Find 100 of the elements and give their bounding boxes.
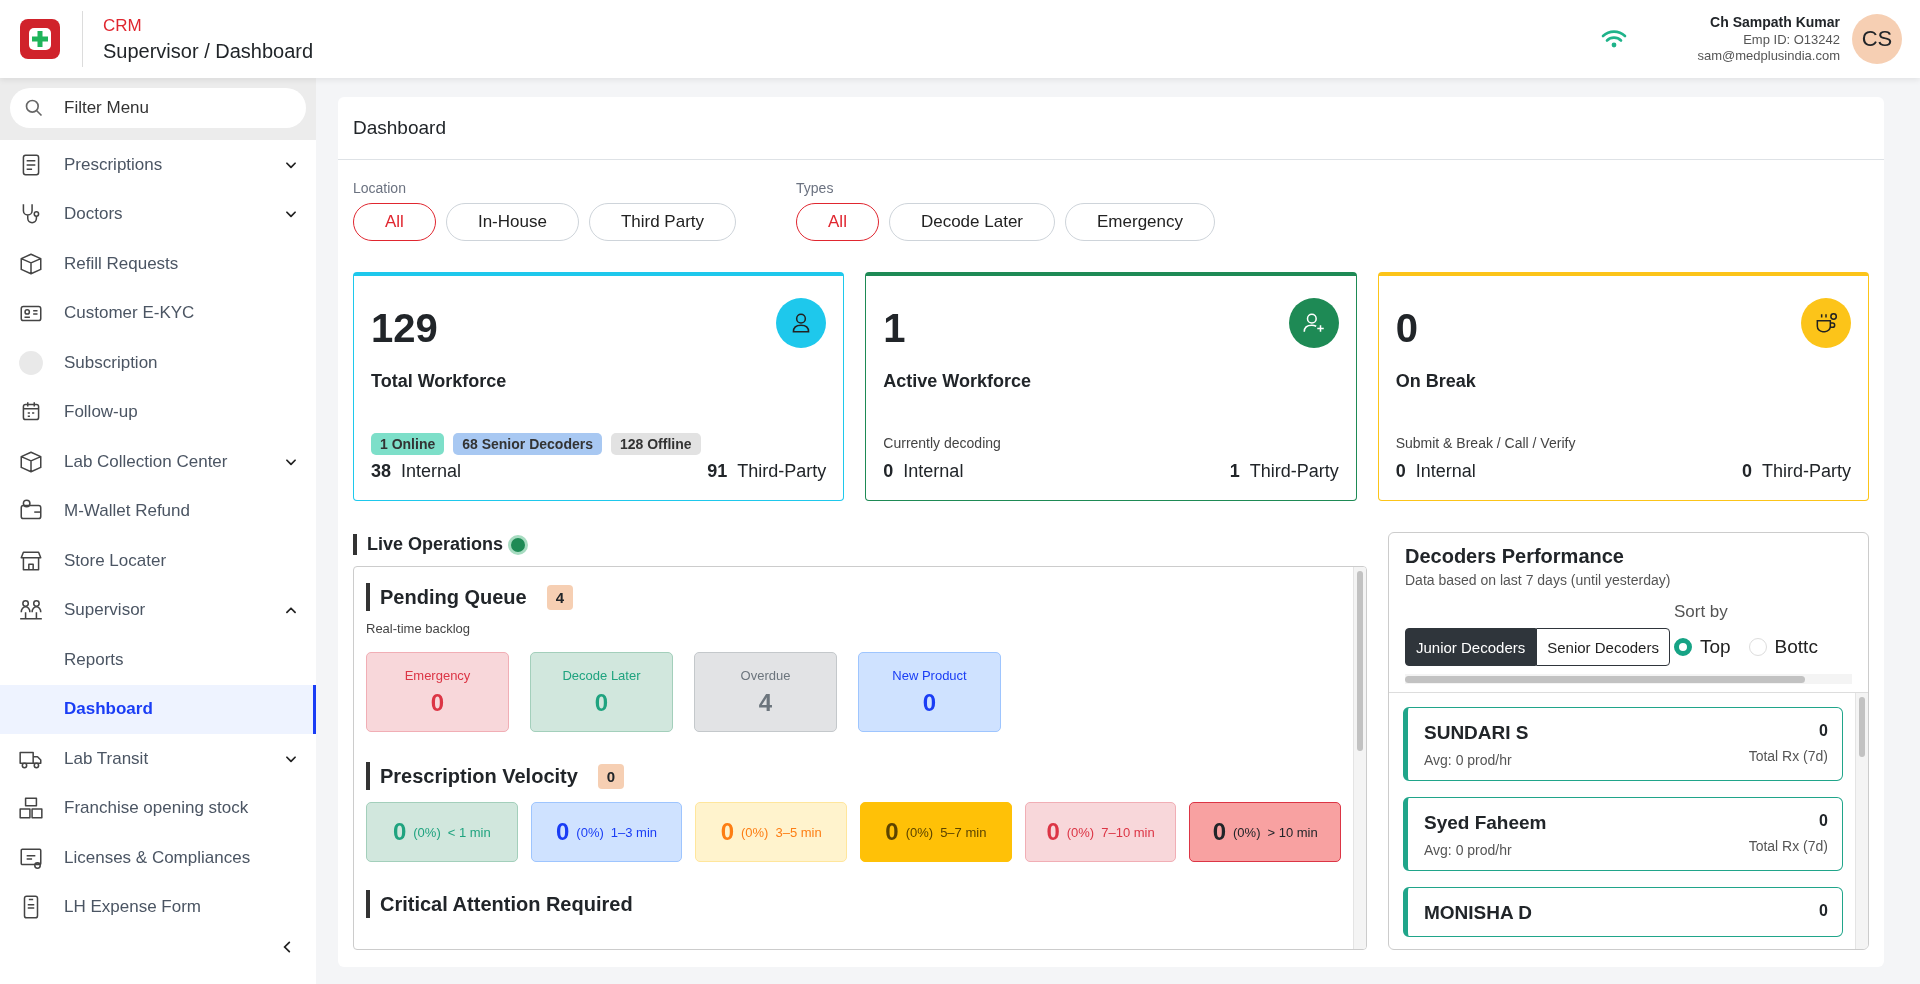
stat-note: Submit & Break / Call / Verify	[1395, 435, 1577, 451]
third-party-label: Third-Party	[1249, 461, 1339, 481]
radio-label: Top	[1699, 636, 1731, 658]
sidebar-item[interactable]: Lab Transit	[0, 734, 316, 784]
tile-value: 0	[392, 818, 407, 846]
tile-value: 0	[885, 818, 899, 846]
stat-value: 1	[883, 306, 907, 351]
filter-pill[interactable]: Emergency	[1065, 203, 1215, 241]
tile-label: Overdue	[740, 667, 791, 683]
radio-label: Bottc	[1774, 636, 1818, 658]
sidebar-item[interactable]: Franchise opening stock	[0, 783, 316, 833]
tile-value: 0	[555, 818, 570, 846]
tile-value: 0	[922, 688, 937, 717]
count-badge: 4	[546, 584, 574, 610]
tile-range: 7–10 min	[1101, 824, 1155, 840]
sidebar-item[interactable]: Store Locater	[0, 536, 316, 586]
filter-menu-field[interactable]: Filter Menu	[10, 88, 306, 128]
sidebar-item[interactable]: Doctors	[0, 189, 316, 239]
decoder-tab[interactable]: Senior Decoders	[1536, 628, 1670, 666]
tile-percent: (0%)	[1066, 824, 1095, 840]
filter-pill[interactable]: In-House	[445, 203, 579, 241]
section-title: Live Operations	[367, 534, 504, 555]
user-email: sam@medplusindia.com	[1697, 47, 1840, 64]
sort-label: Sort by	[1673, 602, 1729, 622]
tile-value: 0	[1212, 818, 1227, 846]
sidebar-item[interactable]: Subscription	[0, 338, 316, 388]
tile-label: Emergency	[404, 667, 471, 683]
tile-percent: (0%)	[741, 824, 769, 840]
scrollbar[interactable]	[1353, 567, 1366, 949]
third-party-count: 0	[1741, 461, 1752, 481]
logo-icon	[20, 19, 60, 59]
horizontal-scrollbar[interactable]	[1405, 674, 1852, 684]
decoder-total: 0	[1818, 722, 1828, 740]
third-party-label: Third-Party	[737, 461, 827, 481]
tile-label: New Product	[892, 667, 967, 683]
internal-count: 38	[371, 461, 392, 481]
internal-count: 0	[883, 461, 894, 481]
stat-note: Currently decoding	[883, 435, 1002, 451]
status-badge: 68 Senior Decoders	[453, 433, 602, 455]
panel-subtitle: Data based on last 7 days (until yesterday)	[1405, 572, 1672, 588]
sidebar-subitem[interactable]: Dashboard	[0, 684, 316, 734]
tile-percent: (0%)	[1233, 824, 1261, 840]
sidebar-item[interactable]: Customer E-KYC	[0, 288, 316, 338]
breadcrumb: Supervisor / Dashboard	[103, 39, 314, 63]
tile-range: < 1 min	[447, 824, 491, 840]
sidebar-item[interactable]: Supervisor	[0, 585, 316, 635]
status-badge: 1 Online	[371, 433, 445, 455]
decoder-total: 0	[1819, 902, 1828, 920]
count-badge: 0	[597, 763, 625, 789]
buildings-icon	[18, 795, 44, 822]
search-icon	[24, 98, 44, 118]
employee-id: Emp ID: O13242	[1742, 31, 1840, 48]
tile-percent: (0%)	[905, 824, 934, 840]
third-party-count: 1	[1229, 461, 1240, 481]
sidebar-subitem[interactable]: Reports	[0, 635, 316, 685]
sidebar-item[interactable]: M-Wallet Refund	[0, 486, 316, 536]
decoder-name: MONISHA D	[1424, 902, 1533, 924]
tile-range: 5–7 min	[940, 824, 987, 840]
tile-value: 0	[430, 688, 445, 717]
decoder-tab[interactable]: Junior Decoders	[1405, 628, 1537, 666]
sidebar-item[interactable]: Refill Requests	[0, 239, 316, 289]
internal-count: 0	[1395, 461, 1406, 481]
panel-title: Dashboard	[338, 97, 1884, 160]
section-subtitle: Real-time backlog	[366, 621, 472, 636]
tile-value: 0	[1046, 818, 1060, 846]
stat-value: 0	[1395, 306, 1419, 351]
user-name: Ch Sampath Kumar	[1709, 14, 1840, 32]
sidebar-item[interactable]: Lab Collection Center	[0, 437, 316, 487]
filter-label: Types	[796, 180, 835, 196]
wifi-icon[interactable]	[1601, 28, 1628, 50]
decoder-total: 0	[1818, 812, 1828, 830]
app-name: CRM	[103, 15, 143, 36]
section-title: Prescription Velocity	[380, 764, 578, 788]
filter-pill[interactable]: Decode Later	[888, 203, 1055, 241]
scrollbar[interactable]	[1855, 693, 1868, 949]
tile-label: Decode Later	[562, 667, 641, 683]
filter-pill[interactable]: All	[796, 203, 879, 241]
filter-pill[interactable]: All	[353, 203, 436, 241]
third-party-label: Third-Party	[1762, 461, 1851, 481]
sidebar-item[interactable]: Follow-up	[0, 387, 316, 437]
radio-button[interactable]	[1673, 638, 1692, 656]
stat-title: Total Workforce	[371, 371, 507, 392]
stat-value: 129	[371, 306, 439, 351]
internal-label: Internal	[401, 461, 462, 481]
total-label: Total Rx (7d)	[1748, 748, 1828, 764]
sidebar-item[interactable]: Prescriptions	[0, 140, 316, 190]
stat-title: Active Workforce	[883, 371, 1032, 392]
tile-value: 0	[720, 818, 734, 846]
section-title: Critical Attention Required	[380, 892, 633, 916]
tile-percent: (0%)	[413, 824, 441, 840]
filter-label: Location	[353, 180, 407, 196]
decoder-name: Syed Faheem	[1424, 812, 1547, 834]
sidebar-item[interactable]: Licenses & Compliances	[0, 833, 316, 883]
tile-range: 3–5 min	[775, 824, 822, 840]
decoder-name: SUNDARI S	[1424, 722, 1529, 744]
user-avatar[interactable]: CS	[1852, 14, 1902, 64]
sidebar-item[interactable]: LH Expense Form	[0, 882, 316, 932]
decoder-average: Avg: 0 prod/hr	[1424, 752, 1513, 768]
filter-pill[interactable]: Third Party	[588, 203, 737, 241]
status-badge: 128 Offline	[610, 433, 701, 455]
